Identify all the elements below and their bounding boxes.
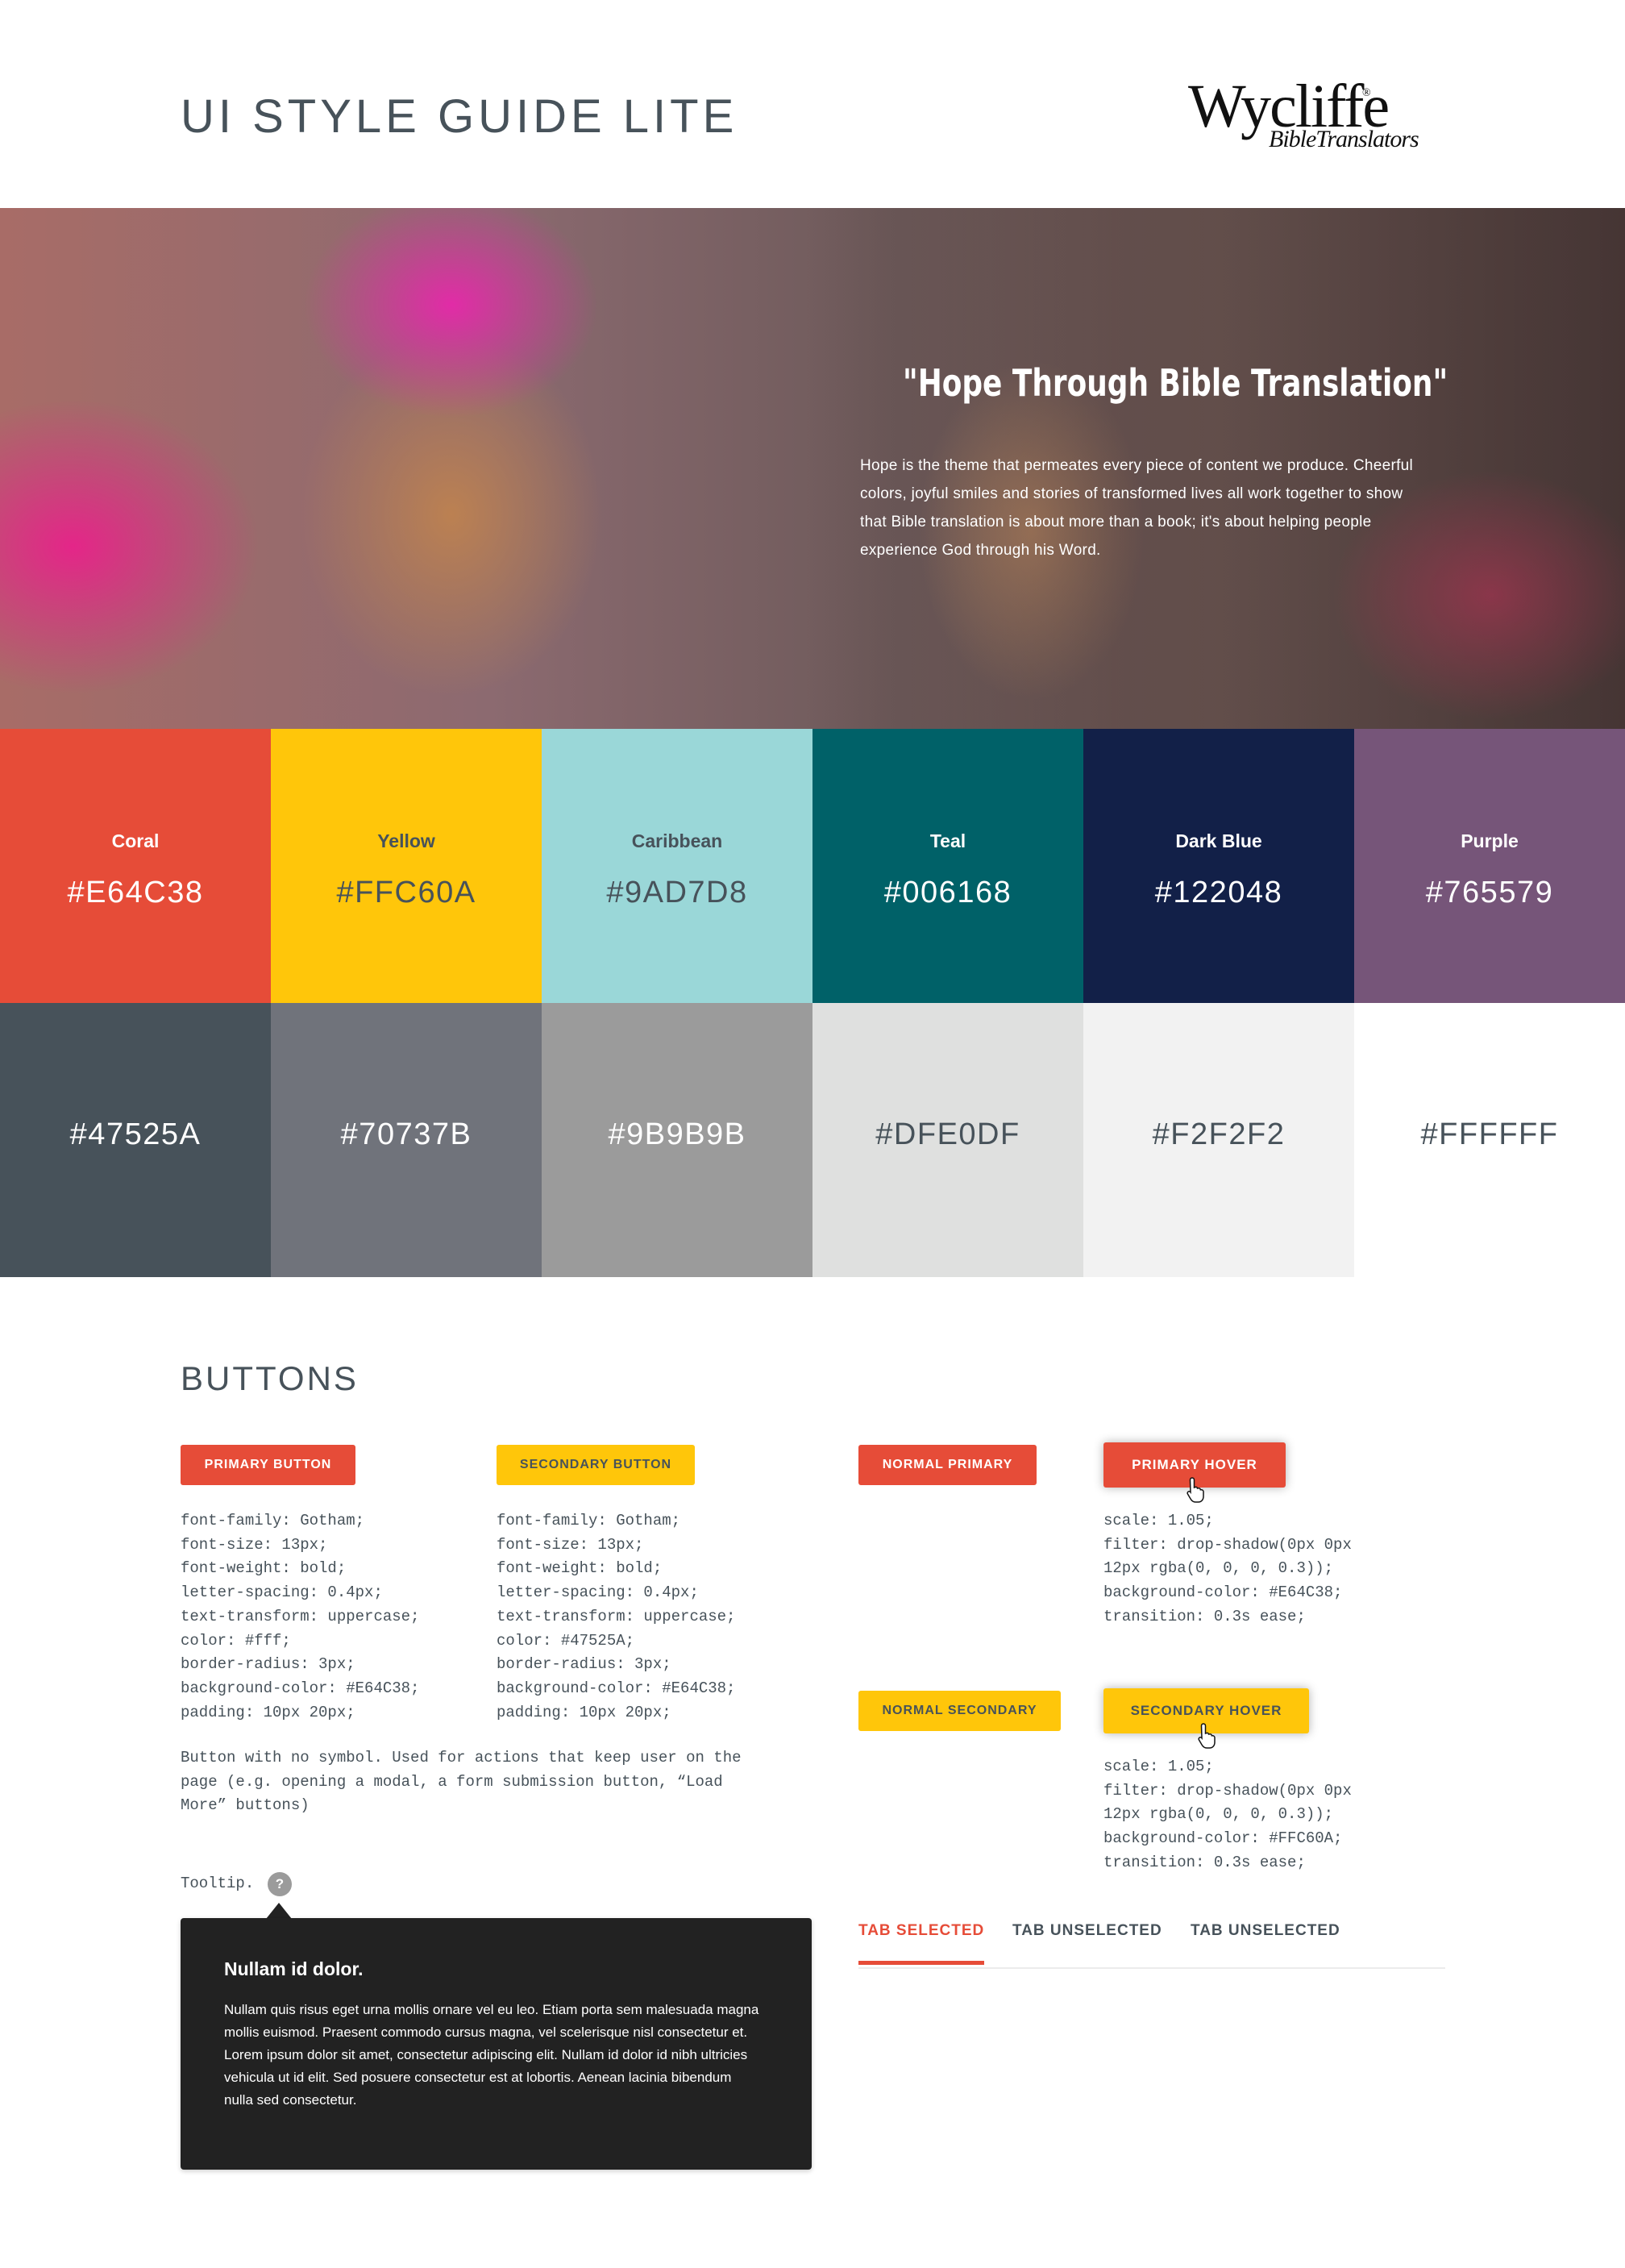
primary-hover-css: scale: 1.05; filter: drop-shadow(0px 0px…: [1103, 1512, 1352, 1625]
secondary-button[interactable]: SECONDARY BUTTON: [497, 1445, 695, 1485]
tooltip-arrow: [266, 1903, 292, 1919]
swatch-gray-4: #DFE0DF: [812, 1003, 1083, 1277]
swatch-hex: #DFE0DF: [875, 1117, 1020, 1151]
swatch-hex: #122048: [1154, 876, 1283, 909]
swatch-hex: #9B9B9B: [608, 1117, 746, 1151]
swatch-name: Purple: [1461, 830, 1519, 851]
swatch-hex: #FFFFFF: [1420, 1117, 1559, 1151]
normal-primary-button[interactable]: NORMAL PRIMARY: [858, 1445, 1037, 1485]
swatch-dark-blue: Dark Blue #122048: [1083, 729, 1354, 1003]
tooltip-popover: Nullam id dolor. Nullam quis risus eget …: [181, 1918, 812, 2170]
tooltip-label: Tooltip.: [181, 1875, 255, 1892]
logo-subtitle: BibleTranslators: [1269, 126, 1419, 152]
swatch-white: #FFFFFF: [1354, 1003, 1625, 1277]
page-title: UI STYLE GUIDE LITE: [181, 90, 738, 143]
tab-selected[interactable]: TAB SELECTED: [858, 1922, 984, 1940]
secondary-hover-css: scale: 1.05; filter: drop-shadow(0px 0px…: [1103, 1758, 1352, 1871]
swatch-hex: #765579: [1425, 876, 1554, 909]
swatch-hex: #47525A: [69, 1117, 202, 1151]
swatch-gray-2: #70737B: [271, 1003, 542, 1277]
swatch-name: Teal: [929, 830, 966, 851]
swatch-hex: #E64C38: [67, 876, 204, 909]
swatch-gray-3: #9B9B9B: [542, 1003, 812, 1277]
wycliffe-logo: Wycliffe ® BibleTranslators: [1188, 74, 1438, 163]
tab-selected-indicator: [858, 1961, 984, 1965]
swatch-hex: #006168: [883, 876, 1012, 909]
swatch-hex: #F2F2F2: [1152, 1117, 1286, 1151]
normal-secondary-button[interactable]: NORMAL SECONDARY: [858, 1691, 1061, 1731]
swatch-hex: #70737B: [340, 1117, 472, 1151]
secondary-button-css: font-family: Gotham; font-size: 13px; fo…: [497, 1512, 736, 1721]
hand-pointer-icon: [1187, 1477, 1204, 1503]
swatch-teal: Teal #006168: [812, 729, 1083, 1003]
swatch-name: Caribbean: [631, 830, 723, 851]
section-title-buttons: BUTTONS: [181, 1359, 359, 1397]
hand-pointer-icon: [1198, 1723, 1216, 1749]
primary-button-css: font-family: Gotham; font-size: 13px; fo…: [181, 1512, 420, 1721]
tab-unselected-1[interactable]: TAB UNSELECTED: [1012, 1922, 1162, 1940]
hero-description: Hope is the theme that permeates every p…: [860, 457, 1414, 559]
tooltip-title: Nullam id dolor.: [224, 1958, 364, 1979]
question-circle-icon[interactable]: ?: [268, 1872, 292, 1896]
button-usage-note: Button with no symbol. Used for actions …: [181, 1749, 742, 1815]
swatch-caribbean: Caribbean #9AD7D8: [542, 729, 812, 1003]
primary-button[interactable]: PRIMARY BUTTON: [181, 1445, 355, 1485]
swatch-hex: #FFC60A: [336, 876, 476, 909]
swatch-gray-5: #F2F2F2: [1083, 1003, 1354, 1277]
swatch-name: Dark Blue: [1175, 830, 1262, 851]
swatch-hex: #9AD7D8: [606, 876, 748, 909]
logo-registered-mark: ®: [1362, 87, 1371, 99]
hero-banner: "Hope Through Bible Translation" Hope is…: [0, 208, 1625, 729]
swatch-name: Coral: [111, 830, 160, 851]
swatch-yellow: Yellow #FFC60A: [271, 729, 542, 1003]
swatch-purple: Purple #765579: [1354, 729, 1625, 1003]
swatch-coral: Coral #E64C38: [0, 729, 271, 1003]
swatch-gray-1: #47525A: [0, 1003, 271, 1277]
tab-unselected-2[interactable]: TAB UNSELECTED: [1191, 1922, 1340, 1940]
tab-bar: TAB SELECTED TAB UNSELECTED TAB UNSELECT…: [858, 1906, 1445, 1969]
swatch-name: Yellow: [377, 830, 435, 851]
tooltip-body: Nullam quis risus eget urna mollis ornar…: [224, 2002, 759, 2108]
hero-quote: "Hope Through Bible Translation": [903, 361, 1448, 405]
